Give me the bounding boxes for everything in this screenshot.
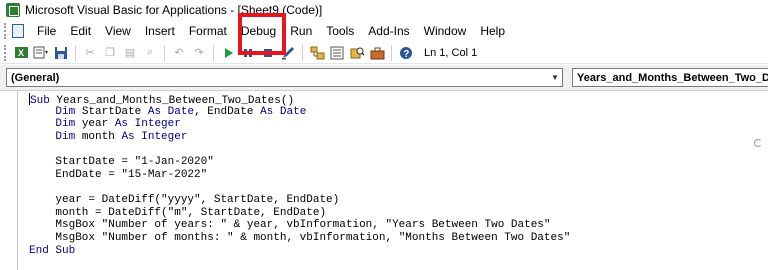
menu-bar: File Edit View Insert Format Debug Run T…	[0, 20, 768, 42]
document-icon[interactable]	[12, 24, 24, 38]
code-line[interactable]: month = DateDiff("m", StartDate, EndDate…	[29, 207, 570, 220]
copy-icon[interactable]: ❐	[101, 44, 119, 62]
find-icon[interactable]: ⌕	[141, 44, 159, 62]
code-line[interactable]: EndDate = "15-Mar-2022"	[29, 169, 570, 182]
project-explorer-icon[interactable]	[308, 44, 326, 62]
scroll-indicator-icon	[754, 139, 762, 147]
code-line[interactable]: Dim year As Integer	[29, 118, 570, 131]
paste-icon[interactable]: ▤	[121, 44, 139, 62]
undo-icon[interactable]: ↶	[170, 44, 188, 62]
redo-icon[interactable]: ↷	[190, 44, 208, 62]
title-bar: Microsoft Visual Basic for Applications …	[0, 0, 768, 20]
menu-view[interactable]: View	[98, 20, 138, 42]
svg-text:?: ?	[403, 49, 409, 60]
toolbox-icon[interactable]	[368, 44, 386, 62]
run-icon[interactable]	[219, 44, 237, 62]
code-line[interactable]: Dim month As Integer	[29, 131, 570, 144]
standard-toolbar: X ✂ ❐ ▤ ⌕ ↶ ↷ ? Ln 1, Col 1	[0, 42, 768, 64]
code-editor[interactable]: Sub Years_and_Months_Between_Two_Dates()…	[0, 91, 768, 270]
menu-run[interactable]: Run	[283, 20, 319, 42]
margin-indicator-bar[interactable]	[0, 91, 18, 270]
procedure-dropdown[interactable]: Years_and_Months_Between_Two_Dates	[572, 68, 768, 87]
menu-add-ins[interactable]: Add-Ins	[361, 20, 416, 42]
help-icon[interactable]: ?	[397, 44, 415, 62]
menu-edit[interactable]: Edit	[63, 20, 98, 42]
code-line[interactable]	[29, 144, 570, 157]
menu-window[interactable]: Window	[417, 20, 474, 42]
code-line[interactable]: MsgBox "Number of months: " & month, vbI…	[29, 232, 570, 245]
code-window-combo-bar: (General) ▼ Years_and_Months_Between_Two…	[0, 65, 768, 91]
insert-module-icon[interactable]	[32, 44, 50, 62]
toolbar-separator	[302, 44, 303, 61]
object-dropdown-value: (General)	[11, 71, 60, 84]
menu-tools[interactable]: Tools	[319, 20, 361, 42]
cut-icon[interactable]: ✂	[81, 44, 99, 62]
code-text[interactable]: Sub Years_and_Months_Between_Two_Dates()…	[29, 93, 570, 257]
menu-help[interactable]: Help	[473, 20, 512, 42]
toolbar-separator	[75, 44, 76, 61]
code-line[interactable]: MsgBox "Number of years: " & year, vbInf…	[29, 219, 570, 232]
chevron-down-icon[interactable]: ▼	[548, 69, 562, 86]
code-line[interactable]: StartDate = "1-Jan-2020"	[29, 156, 570, 169]
code-line[interactable]: Sub Years_and_Months_Between_Two_Dates()	[29, 93, 570, 107]
run-menu-highlight	[238, 13, 286, 55]
object-browser-icon[interactable]	[348, 44, 366, 62]
menu-grip[interactable]	[4, 23, 8, 39]
toolbar-separator	[213, 44, 214, 61]
save-icon[interactable]	[52, 44, 70, 62]
procedure-dropdown-value: Years_and_Months_Between_Two_Dates	[577, 71, 768, 84]
properties-icon[interactable]	[328, 44, 346, 62]
toolbar-grip[interactable]	[4, 44, 8, 61]
code-line[interactable]	[29, 181, 570, 194]
toolbar-separator	[164, 44, 165, 61]
toolbar-separator	[391, 44, 392, 61]
menu-insert[interactable]: Insert	[138, 20, 182, 42]
menu-file[interactable]: File	[30, 20, 63, 42]
code-line[interactable]: year = DateDiff("yyyy", StartDate, EndDa…	[29, 194, 570, 207]
vba-editor-icon	[6, 3, 20, 17]
menu-format[interactable]: Format	[182, 20, 234, 42]
svg-text:X: X	[18, 48, 24, 58]
excel-view-icon[interactable]: X	[12, 44, 30, 62]
cursor-position: Ln 1, Col 1	[424, 46, 478, 59]
code-line[interactable]: Dim StartDate As Date, EndDate As Date	[29, 106, 570, 119]
object-dropdown[interactable]: (General) ▼	[6, 68, 563, 87]
code-line[interactable]: End Sub	[29, 245, 570, 258]
